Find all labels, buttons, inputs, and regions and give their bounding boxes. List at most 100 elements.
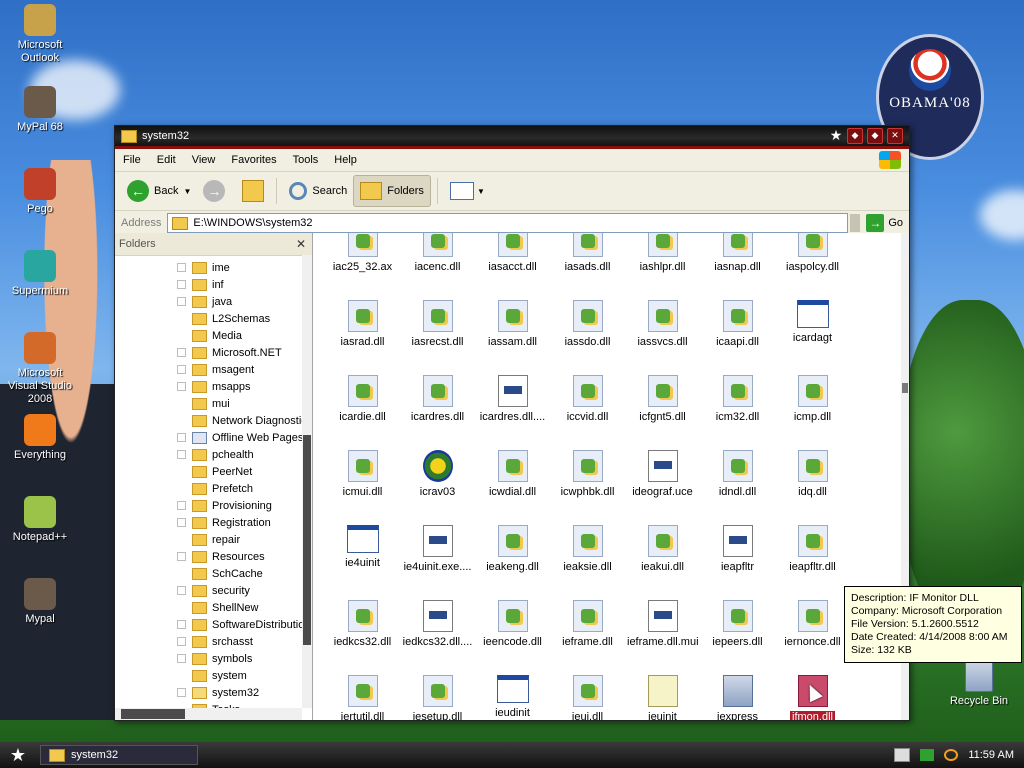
file-item[interactable]: icardie.dll [325, 375, 400, 450]
expand-icon[interactable] [177, 280, 186, 289]
minimize-button[interactable]: ◆ [847, 128, 863, 144]
views-button[interactable]: ▼ [444, 176, 491, 206]
file-item[interactable]: iasrecst.dll [400, 300, 475, 375]
up-folder-button[interactable] [236, 176, 270, 206]
tree-item[interactable]: SoftwareDistribution [115, 616, 312, 633]
file-item[interactable]: ieuinit [625, 675, 700, 720]
recycle-bin[interactable]: Recycle Bin [944, 660, 1014, 707]
file-item[interactable]: iertutil.dll [325, 675, 400, 720]
tree-item[interactable]: symbols [115, 650, 312, 667]
tree-item[interactable]: srchasst [115, 633, 312, 650]
scrollbar-thumb[interactable] [902, 383, 908, 393]
desktop-icon[interactable]: Microsoft Visual Studio 2008 [2, 332, 78, 406]
file-item[interactable]: ieencode.dll [475, 600, 550, 675]
pin-icon[interactable]: ★ [829, 128, 843, 143]
expand-icon[interactable] [177, 518, 186, 527]
file-item[interactable]: iasads.dll [550, 233, 625, 300]
tree-item[interactable]: inf [115, 276, 312, 293]
desktop-icon[interactable]: Mypal [2, 578, 78, 626]
file-item[interactable]: ieframe.dll [550, 600, 625, 675]
menu-item-help[interactable]: Help [334, 154, 357, 166]
file-item[interactable]: iedkcs32.dll [325, 600, 400, 675]
tree-item[interactable]: L2Schemas [115, 310, 312, 327]
desktop-icon[interactable]: Everything [2, 414, 78, 462]
expand-icon[interactable] [177, 586, 186, 595]
file-item[interactable]: ieapfltr.dll [775, 525, 850, 600]
tree-item[interactable]: Prefetch [115, 480, 312, 497]
clock[interactable]: 11:59 AM [968, 749, 1014, 761]
expand-icon[interactable] [177, 552, 186, 561]
file-item[interactable]: iassvcs.dll [625, 300, 700, 375]
tree-item[interactable]: Registration [115, 514, 312, 531]
file-item[interactable]: iacenc.dll [400, 233, 475, 300]
title-bar[interactable]: system32 ★ ◆ ◆ ✕ [115, 126, 909, 146]
menu-item-tools[interactable]: Tools [293, 154, 319, 166]
menu-item-favorites[interactable]: Favorites [231, 154, 276, 166]
chevron-down-icon[interactable]: ▼ [183, 187, 191, 196]
desktop-icon[interactable]: Notepad++ [2, 496, 78, 544]
file-item[interactable]: ieudinit [475, 675, 550, 720]
file-item[interactable]: icardagt [775, 300, 850, 375]
file-item[interactable]: iesetup.dll [400, 675, 475, 720]
scrollbar-thumb[interactable] [303, 435, 311, 645]
forward-button[interactable]: → [197, 176, 236, 206]
file-item[interactable]: icm32.dll [700, 375, 775, 450]
tree-item[interactable]: SchCache [115, 565, 312, 582]
folders-vertical-scrollbar[interactable] [302, 255, 312, 708]
keyboard-icon[interactable] [894, 748, 911, 762]
file-item[interactable]: iassdo.dll [550, 300, 625, 375]
scrollbar-thumb[interactable] [121, 709, 185, 719]
file-item[interactable]: icrav03 [400, 450, 475, 525]
file-item[interactable]: idq.dll [775, 450, 850, 525]
tree-item[interactable]: repair [115, 531, 312, 548]
file-item[interactable]: iassam.dll [475, 300, 550, 375]
expand-icon[interactable] [177, 382, 186, 391]
file-item[interactable]: icwdial.dll [475, 450, 550, 525]
expand-icon[interactable] [177, 688, 186, 697]
file-item[interactable]: iernonce.dll [775, 600, 850, 675]
expand-icon[interactable] [177, 365, 186, 374]
tree-item[interactable]: system [115, 667, 312, 684]
tree-item[interactable]: Resources [115, 548, 312, 565]
tree-item[interactable]: mui [115, 395, 312, 412]
folders-horizontal-scrollbar[interactable] [115, 708, 302, 720]
file-item[interactable]: icwphbk.dll [550, 450, 625, 525]
file-item[interactable]: ieaksie.dll [550, 525, 625, 600]
start-button[interactable]: ★ [0, 742, 36, 768]
file-item[interactable]: iepeers.dll [700, 600, 775, 675]
file-item[interactable]: ieakui.dll [625, 525, 700, 600]
menu-item-edit[interactable]: Edit [157, 154, 176, 166]
tree-item[interactable]: Provisioning [115, 497, 312, 514]
taskbar-button-system32[interactable]: system32 [40, 745, 198, 765]
close-button[interactable]: ✕ [887, 128, 903, 144]
menu-item-file[interactable]: File [123, 154, 141, 166]
tree-item[interactable]: pchealth [115, 446, 312, 463]
address-dropdown[interactable] [850, 214, 861, 232]
close-icon[interactable]: ✕ [296, 237, 306, 251]
file-item[interactable]: ie4uinit.exe.... [400, 525, 475, 600]
expand-icon[interactable] [177, 637, 186, 646]
maximize-button[interactable]: ◆ [867, 128, 883, 144]
expand-icon[interactable] [177, 348, 186, 357]
tree-item[interactable]: java [115, 293, 312, 310]
file-item[interactable]: icardres.dll.... [475, 375, 550, 450]
file-item[interactable]: iaspolcy.dll [775, 233, 850, 300]
file-item[interactable]: iasrad.dll [325, 300, 400, 375]
back-button[interactable]: ← Back ▼ [121, 176, 197, 206]
search-icon[interactable] [944, 749, 959, 761]
expand-icon[interactable] [177, 433, 186, 442]
file-item[interactable]: ideograf.uce [625, 450, 700, 525]
file-item[interactable]: ieakeng.dll [475, 525, 550, 600]
expand-icon[interactable] [177, 654, 186, 663]
file-item[interactable]: icardres.dll [400, 375, 475, 450]
tree-item[interactable]: ShellNew [115, 599, 312, 616]
file-item[interactable]: iedkcs32.dll.... [400, 600, 475, 675]
expand-icon[interactable] [177, 297, 186, 306]
address-input[interactable]: E:\WINDOWS\system32 [167, 213, 849, 233]
go-button[interactable]: → Go [866, 214, 903, 232]
expand-icon[interactable] [177, 263, 186, 272]
tree-item[interactable]: system32 [115, 684, 312, 701]
tree-item[interactable]: msagent [115, 361, 312, 378]
file-item[interactable]: iasnap.dll [700, 233, 775, 300]
file-item[interactable]: icfgnt5.dll [625, 375, 700, 450]
